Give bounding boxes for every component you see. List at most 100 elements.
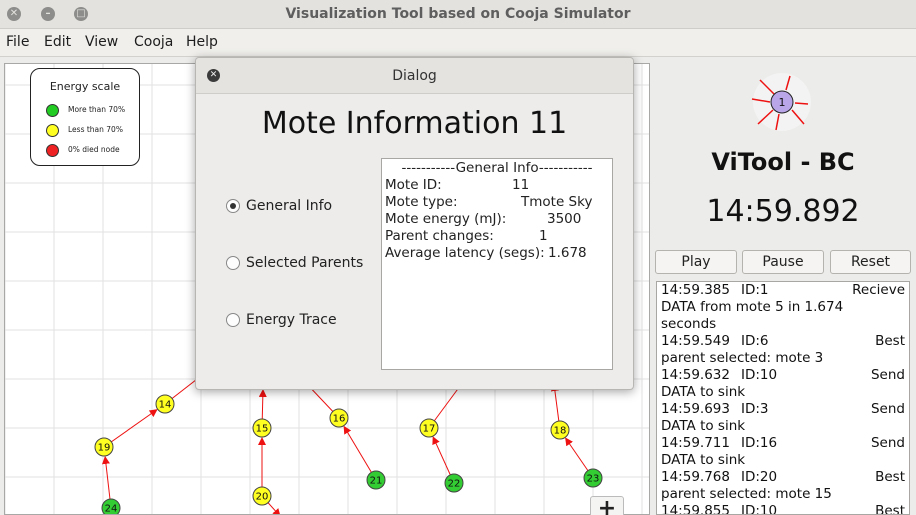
dialog-heading: Mote Information 11: [261, 106, 568, 141]
info-row: Average latency (segs): 1.678: [385, 245, 609, 262]
mote-label: 18: [554, 426, 567, 437]
info-row: Mote ID: 11: [385, 177, 609, 194]
log-action: Best: [875, 333, 905, 349]
mote-label: 21: [370, 476, 383, 487]
log-action: Send: [870, 401, 905, 417]
log-message: DATA to sink: [661, 418, 746, 434]
info-label: Mote ID:: [385, 177, 442, 193]
mote-label: 19: [98, 443, 111, 454]
mote-label: 20: [256, 492, 269, 503]
mote-label: 15: [256, 424, 269, 435]
red-dot-icon: [46, 144, 59, 157]
log-id: ID:10: [741, 367, 778, 383]
radio-unselected-icon[interactable]: [226, 313, 240, 327]
green-dot-icon: [46, 104, 59, 117]
pause-button[interactable]: Pause: [742, 250, 824, 274]
log-id: ID:6: [741, 333, 769, 349]
log-message: DATA from mote 5 in 1.674: [661, 299, 844, 315]
info-row: Mote type: Tmote Sky: [385, 194, 609, 211]
log-id: ID:16: [741, 435, 778, 451]
mote-node-18[interactable]: 18: [550, 420, 570, 440]
log-entry-header: 14:59.632 ID:10 Send: [661, 367, 905, 384]
event-log[interactable]: 14:59.385 ID:1 Recieve DATA from mote 5 in …: [656, 281, 910, 515]
mote-label: 14: [159, 400, 172, 411]
log-time: 14:59.549: [661, 333, 730, 349]
reset-button[interactable]: Reset: [830, 250, 911, 274]
mote-node-23[interactable]: 23: [583, 468, 603, 488]
log-entry: 14:59.693 ID:3 Send DATA to sink: [661, 401, 905, 435]
info-value: Tmote Sky: [521, 194, 593, 210]
info-value: 3500: [547, 211, 582, 227]
info-header: -----------General Info-----------: [401, 160, 593, 176]
log-message: parent selected: mote 15: [661, 486, 832, 502]
menu-bar: File Edit View Cooja Help: [0, 29, 916, 57]
legend-label-high: More than 70%: [68, 105, 126, 114]
mote-label: 17: [423, 424, 436, 435]
log-entry: 14:59.385 ID:1 Recieve DATA from mote 5 in …: [661, 282, 905, 333]
info-label: Parent changes:: [385, 228, 494, 244]
log-message: DATA to sink: [661, 384, 746, 400]
app-name: ViTool - BC: [711, 148, 855, 176]
mote-node-14[interactable]: 14: [155, 394, 175, 414]
log-id: ID:20: [741, 469, 778, 485]
log-entry: 14:59.768 ID:20 Best parent selected: mote …: [661, 469, 905, 503]
log-time: 14:59.385: [661, 282, 730, 298]
menu-file[interactable]: File: [6, 34, 29, 50]
log-message: seconds: [661, 316, 717, 332]
mote-label: 23: [587, 474, 600, 485]
info-value: 11: [512, 177, 530, 193]
radio-unselected-icon[interactable]: [226, 256, 240, 270]
info-value: 1.678: [548, 245, 587, 261]
dialog-title: Dialog: [392, 68, 437, 84]
mote-node-15[interactable]: 15: [252, 418, 272, 438]
mote-info-dialog: ✕ Dialog Mote Information 11 General Inf…: [195, 57, 634, 390]
menu-edit[interactable]: Edit: [44, 34, 71, 50]
menu-view[interactable]: View: [85, 34, 118, 50]
log-entry: 14:59.549 ID:6 Best parent selected: mote 3: [661, 333, 905, 367]
mote-node-16[interactable]: 16: [329, 408, 349, 428]
window-titlebar: ✕ – □ Visualization Tool based on Cooja …: [0, 0, 916, 29]
log-entry-header: 14:59.855 ID:10 Best: [661, 503, 905, 515]
log-action: Recieve: [852, 282, 905, 298]
mote-node-22[interactable]: 22: [444, 473, 464, 493]
log-id: ID:3: [741, 401, 769, 417]
window-title: Visualization Tool based on Cooja Simula…: [285, 6, 631, 22]
radio-label: Selected Parents: [246, 255, 364, 271]
play-button[interactable]: Play: [655, 250, 737, 274]
log-time: 14:59.711: [661, 435, 730, 451]
mote-node-24[interactable]: 24: [101, 498, 121, 515]
mote-label: 16: [333, 414, 346, 425]
log-id: ID:1: [741, 282, 769, 298]
general-info-panel[interactable]: -----------General Info----------- Mote …: [381, 158, 613, 370]
legend-label-dead: 0% died node: [68, 145, 120, 154]
mote-label: 24: [105, 504, 118, 515]
zoom-in-button[interactable]: +: [590, 496, 624, 515]
log-entry-header: 14:59.711 ID:16 Send: [661, 435, 905, 452]
menu-cooja[interactable]: Cooja: [134, 34, 173, 50]
mote-node-21[interactable]: 21: [366, 470, 386, 490]
log-action: Send: [870, 435, 905, 451]
log-message: DATA to sink: [661, 452, 746, 468]
mote-node-19[interactable]: 19: [94, 437, 114, 457]
info-label: Mote energy (mJ):: [385, 211, 507, 227]
simulation-clock: 14:59.892: [706, 194, 860, 229]
log-action: Best: [875, 503, 905, 515]
radio-label: General Info: [246, 198, 333, 214]
logo-node-label: 1: [779, 96, 786, 109]
log-entry: 14:59.632 ID:10 Send DATA to sink: [661, 367, 905, 401]
legend-title: Energy scale: [49, 80, 121, 93]
log-entry-header: 14:59.385 ID:1 Recieve: [661, 282, 905, 299]
log-time: 14:59.693: [661, 401, 730, 417]
log-time: 14:59.768: [661, 469, 730, 485]
dialog-titlebar: ✕ Dialog: [196, 58, 633, 94]
menu-help[interactable]: Help: [186, 34, 218, 50]
radio-selected-icon[interactable]: [226, 199, 240, 213]
info-label: Average latency (segs):: [385, 245, 545, 261]
log-time: 14:59.632: [661, 367, 730, 383]
log-entry-header: 14:59.693 ID:3 Send: [661, 401, 905, 418]
log-action: Best: [875, 469, 905, 485]
mote-node-17[interactable]: 17: [419, 418, 439, 438]
log-entry-header: 14:59.549 ID:6 Best: [661, 333, 905, 350]
log-entry: 14:59.855 ID:10 Best: [661, 503, 905, 515]
mote-node-20[interactable]: 20: [252, 486, 272, 506]
